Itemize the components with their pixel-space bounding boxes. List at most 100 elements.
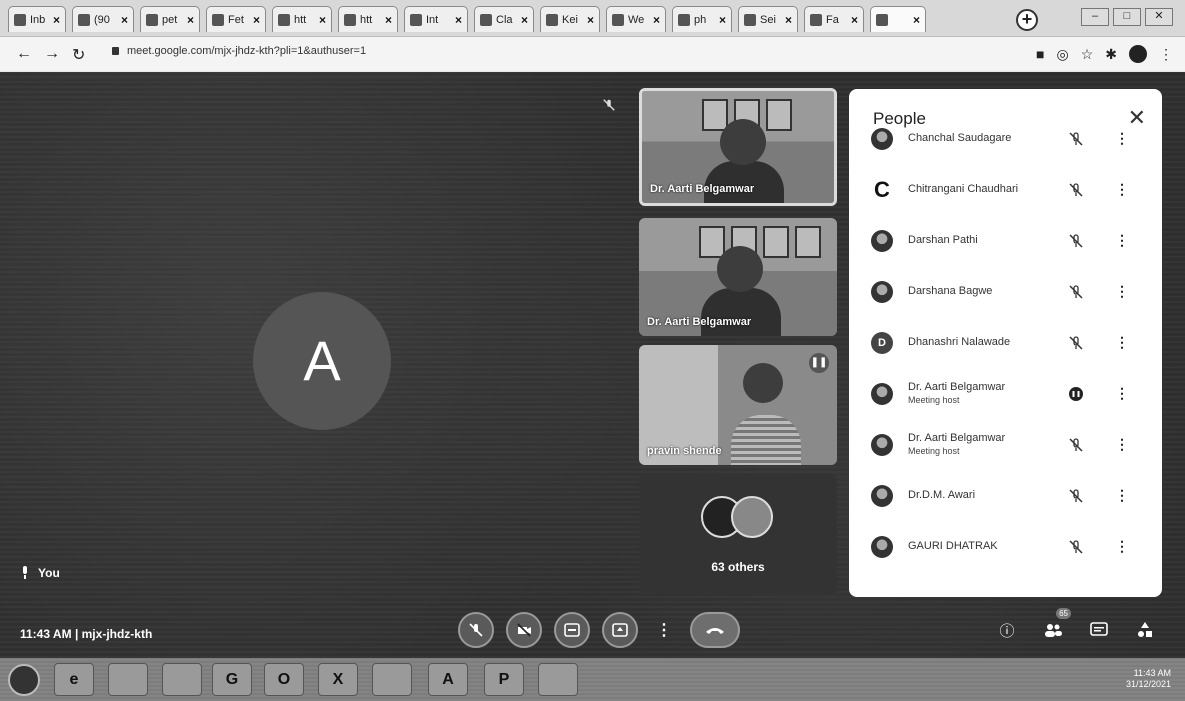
participant-tile[interactable]: Dr. Aarti Belgamwar — [639, 218, 837, 336]
more-options-icon[interactable]: ⋮ — [1115, 436, 1129, 453]
mic-off-icon[interactable] — [1068, 284, 1084, 300]
more-options-icon[interactable]: ⋮ — [1115, 130, 1129, 147]
puzzle-icon[interactable]: ✱ — [1105, 46, 1117, 63]
media-icon[interactable] — [162, 663, 202, 696]
close-tab-icon[interactable]: × — [187, 13, 194, 27]
opera-icon[interactable]: O — [264, 663, 304, 696]
people-icon[interactable]: 65 — [1043, 608, 1071, 640]
browser-tab[interactable]: Inb × — [8, 6, 66, 32]
browser-tab[interactable]: × — [870, 6, 926, 32]
chrome-icon[interactable]: G — [212, 663, 252, 696]
participant-avatar — [731, 496, 773, 538]
browser-tab[interactable]: Fet × — [206, 6, 266, 32]
mic-off-icon[interactable] — [1068, 335, 1084, 351]
mic-off-icon[interactable] — [1068, 437, 1084, 453]
end-call-icon — [706, 628, 724, 634]
camera-toggle-button[interactable] — [506, 612, 542, 648]
participant-row[interactable]: Dr.D.M. Awari ⋮ — [849, 470, 1162, 521]
participant-row[interactable]: GAURI DHATRAK ⋮ — [849, 521, 1162, 572]
paint-icon[interactable] — [372, 663, 412, 696]
close-tab-icon[interactable]: × — [521, 13, 528, 27]
you-text: You — [38, 566, 60, 580]
close-tab-icon[interactable]: × — [455, 13, 462, 27]
close-window-button[interactable]: ✕ — [1145, 8, 1173, 26]
more-options-icon[interactable]: ⋮ — [1115, 232, 1129, 249]
more-options-icon[interactable]: ⋮ — [1115, 487, 1129, 504]
participant-row[interactable]: Darshan Pathi ⋮ — [849, 215, 1162, 266]
more-options-icon[interactable]: ⋮ — [1115, 385, 1129, 402]
info-icon[interactable]: ⓘ — [997, 620, 1017, 640]
ie-icon[interactable]: e — [54, 663, 94, 696]
minimize-button[interactable]: – — [1081, 8, 1109, 26]
close-tab-icon[interactable]: × — [253, 13, 260, 27]
participant-tile[interactable]: ❚❚ pravin shende — [639, 345, 837, 465]
back-icon[interactable]: ← — [16, 45, 32, 63]
browser-tab[interactable]: pet × — [140, 6, 200, 32]
explorer-icon[interactable] — [108, 663, 148, 696]
participant-tile[interactable]: Dr. Aarti Belgamwar — [639, 88, 837, 206]
captions-button[interactable] — [554, 612, 590, 648]
close-tab-icon[interactable]: × — [53, 13, 60, 27]
close-tab-icon[interactable]: × — [851, 13, 858, 27]
camera-icon[interactable]: ■ — [1036, 46, 1044, 62]
close-tab-icon[interactable]: × — [587, 13, 594, 27]
more-options-icon[interactable]: ⋮ — [1115, 181, 1129, 198]
bookmark-star-icon[interactable]: ☆ — [1081, 46, 1094, 63]
close-tab-icon[interactable]: × — [121, 13, 128, 27]
maximize-button[interactable]: □ — [1113, 8, 1141, 26]
new-tab-button[interactable]: + — [1016, 9, 1038, 31]
mic-toggle-button[interactable] — [458, 612, 494, 648]
close-tab-icon[interactable]: × — [385, 13, 392, 27]
more-options-icon[interactable]: ⋮ — [1115, 538, 1129, 555]
browser-tab[interactable]: Kei × — [540, 6, 600, 32]
start-button[interactable] — [8, 664, 40, 696]
participant-avatar — [871, 280, 893, 303]
leave-call-button[interactable] — [690, 612, 740, 648]
mic-off-icon[interactable] — [1068, 488, 1084, 504]
browser-tab[interactable]: We × — [606, 6, 666, 32]
others-tile[interactable]: 63 others — [639, 474, 837, 594]
excel-icon[interactable]: X — [318, 663, 358, 696]
close-tab-icon[interactable]: × — [319, 13, 326, 27]
participant-row[interactable]: Darshana Bagwe ⋮ — [849, 266, 1162, 317]
browser-tab[interactable]: Cla × — [474, 6, 534, 32]
browser-tab[interactable]: htt × — [338, 6, 398, 32]
participant-row[interactable]: D Dhanashri Nalawade ⋮ — [849, 317, 1162, 368]
more-options-icon[interactable]: ⋮ — [1115, 283, 1129, 300]
close-tab-icon[interactable]: × — [785, 13, 792, 27]
browser-tab[interactable]: Int × — [404, 6, 468, 32]
participant-row[interactable]: Chanchal Saudagare ⋮ — [849, 113, 1162, 164]
participant-row[interactable]: Dr. Aarti Belgamwar Meeting host ⋮ — [849, 368, 1162, 419]
powerpoint-icon[interactable]: P — [484, 663, 524, 696]
menu-icon[interactable]: ⋮ — [1159, 46, 1173, 63]
present-button[interactable] — [602, 612, 638, 648]
more-options-icon[interactable]: ⋮ — [1115, 334, 1129, 351]
browser-tab[interactable]: Sei × — [738, 6, 798, 32]
mic-off-icon[interactable] — [1068, 539, 1084, 555]
close-tab-icon[interactable]: × — [653, 13, 660, 27]
browser-tab[interactable]: Fa × — [804, 6, 864, 32]
mic-off-icon[interactable] — [1068, 131, 1084, 147]
url-field[interactable]: meet.google.com/mjx-jhdz-kth?pli=1&authu… — [112, 45, 366, 57]
browser-tab[interactable]: htt × — [272, 6, 332, 32]
activities-icon[interactable] — [1135, 620, 1155, 640]
mic-off-icon[interactable] — [1068, 182, 1084, 198]
system-tray-clock[interactable]: 11:43 AM 31/12/2021 — [1126, 668, 1171, 690]
close-tab-icon[interactable]: × — [913, 13, 920, 27]
speaking-icon[interactable] — [1068, 386, 1084, 402]
close-tab-icon[interactable]: × — [719, 13, 726, 27]
more-options-button[interactable]: ⋮ — [650, 616, 678, 644]
forward-icon[interactable]: → — [44, 45, 60, 63]
extension-icon[interactable]: ◎ — [1056, 46, 1068, 63]
mic-off-icon[interactable] — [1068, 233, 1084, 249]
clock-date: 31/12/2021 — [1125, 679, 1171, 689]
reload-icon[interactable]: ↻ — [72, 45, 85, 65]
profile-avatar[interactable] — [1129, 45, 1147, 63]
acrobat-icon[interactable]: A — [428, 663, 468, 696]
meet-icon[interactable] — [538, 663, 578, 696]
browser-tab[interactable]: ph × — [672, 6, 732, 32]
browser-tab[interactable]: (90 × — [72, 6, 134, 32]
participant-row[interactable]: C Chitrangani Chaudhari ⋮ — [849, 164, 1162, 215]
chat-icon[interactable] — [1089, 620, 1109, 640]
participant-row[interactable]: Dr. Aarti Belgamwar Meeting host ⋮ — [849, 419, 1162, 470]
